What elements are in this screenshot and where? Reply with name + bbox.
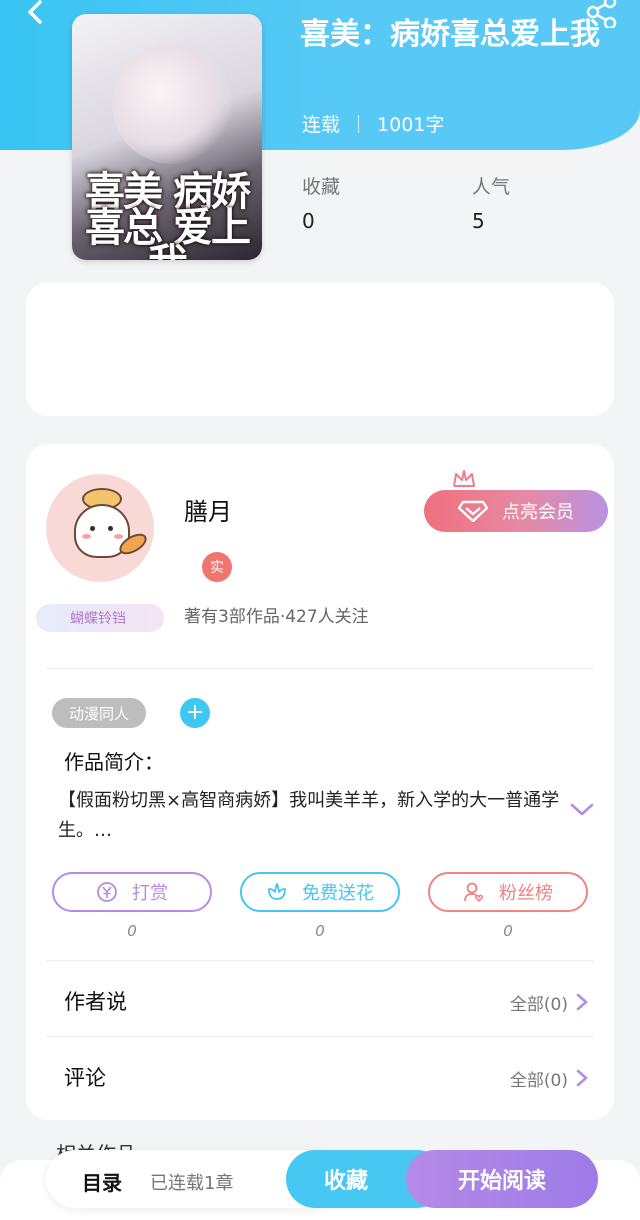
intro-text: 【假面粉切黑×高智商病娇】我叫美羊羊，新入学的大一普通学生。… <box>58 790 560 841</box>
badge-label: 蝴蝶铃铛 <box>70 611 126 627</box>
divider <box>46 960 594 961</box>
avatar-cheek <box>82 534 91 539</box>
book-meta: 连载 1001字 <box>302 110 444 137</box>
divider <box>46 1036 594 1037</box>
chevron-down-icon[interactable] <box>570 802 594 818</box>
chevron-right-icon <box>576 993 588 1011</box>
send-flower-button[interactable]: 免费送花 <box>240 872 400 912</box>
book-word-count: 1001字 <box>377 114 445 136</box>
cover-art <box>112 44 232 164</box>
user-heart-icon <box>464 882 484 903</box>
stat-popularity: 人气 5 <box>472 172 510 233</box>
send-flower-label: 免费送花 <box>302 883 374 904</box>
stat-value: 0 <box>302 209 315 233</box>
chevron-right-icon <box>576 1069 588 1087</box>
book-status: 连载 <box>302 114 341 136</box>
flower-count: 0 <box>315 922 325 940</box>
stat-favorites: 收藏 0 <box>302 172 340 233</box>
cover-title-art: 喜美 病娇喜总 爱上我 <box>85 168 251 261</box>
vip-button-label: 点亮会员 <box>502 502 574 523</box>
genre-tag[interactable]: 动漫同人 <box>52 698 146 728</box>
stat-label: 人气 <box>472 176 511 198</box>
avatar-eye <box>90 526 95 531</box>
author-name[interactable]: 膳月 <box>184 492 232 527</box>
tip-button[interactable]: 打赏 <box>52 872 212 912</box>
start-reading-label: 开始阅读 <box>457 1169 546 1194</box>
fan-ranking-label: 粉丝榜 <box>499 883 553 904</box>
intro-label: 作品简介： <box>64 750 164 774</box>
avatar-eye <box>108 526 113 531</box>
flower-icon <box>268 883 286 900</box>
author-notes-all: 全部(0) <box>509 995 568 1015</box>
start-reading-button[interactable]: 开始阅读 <box>406 1150 598 1208</box>
comments-row[interactable]: 评论 全部(0) <box>26 1042 614 1112</box>
author-stats: 著有3部作品·427人关注 <box>184 607 369 627</box>
fan-count: 0 <box>503 922 513 940</box>
stat-value: 5 <box>472 209 485 233</box>
fan-ranking-button[interactable]: 粉丝榜 <box>428 872 588 912</box>
author-card: 蝴蝶铃铛 膳月 点亮会员 实 著有3部作品·427人关注 动漫同人 + 作品简介… <box>26 444 614 1120</box>
book-title: 喜美：病娇喜总爱上我 <box>300 17 600 52</box>
tip-button-label: 打赏 <box>132 883 168 904</box>
author-notes-row[interactable]: 作者说 全部(0) <box>26 966 614 1036</box>
toc-status: 已连载1章 <box>150 1173 234 1194</box>
comments-label: 评论 <box>64 1066 106 1090</box>
add-tag-button[interactable]: + <box>180 698 210 728</box>
meta-divider <box>358 114 360 133</box>
toc-button[interactable]: 目录 <box>82 1167 122 1196</box>
vip-button[interactable]: 点亮会员 <box>424 490 608 532</box>
author-avatar[interactable] <box>46 474 154 582</box>
yen-coin-icon <box>97 882 117 902</box>
placeholder-card <box>26 282 614 416</box>
comments-all: 全部(0) <box>509 1071 568 1091</box>
author-notes-label: 作者说 <box>64 990 127 1014</box>
favorite-button-label: 收藏 <box>323 1169 368 1194</box>
tip-count: 0 <box>127 922 137 940</box>
stat-label: 收藏 <box>302 176 341 198</box>
book-cover[interactable]: 喜美 病娇喜总 爱上我 <box>72 14 262 260</box>
verified-badge: 实 <box>202 552 232 582</box>
crown-icon <box>453 470 475 487</box>
back-arrow-icon[interactable] <box>22 0 50 28</box>
avatar-cheek <box>114 534 123 539</box>
author-badge: 蝴蝶铃铛 <box>36 594 166 640</box>
divider <box>46 668 594 669</box>
diamond-icon <box>458 500 488 522</box>
